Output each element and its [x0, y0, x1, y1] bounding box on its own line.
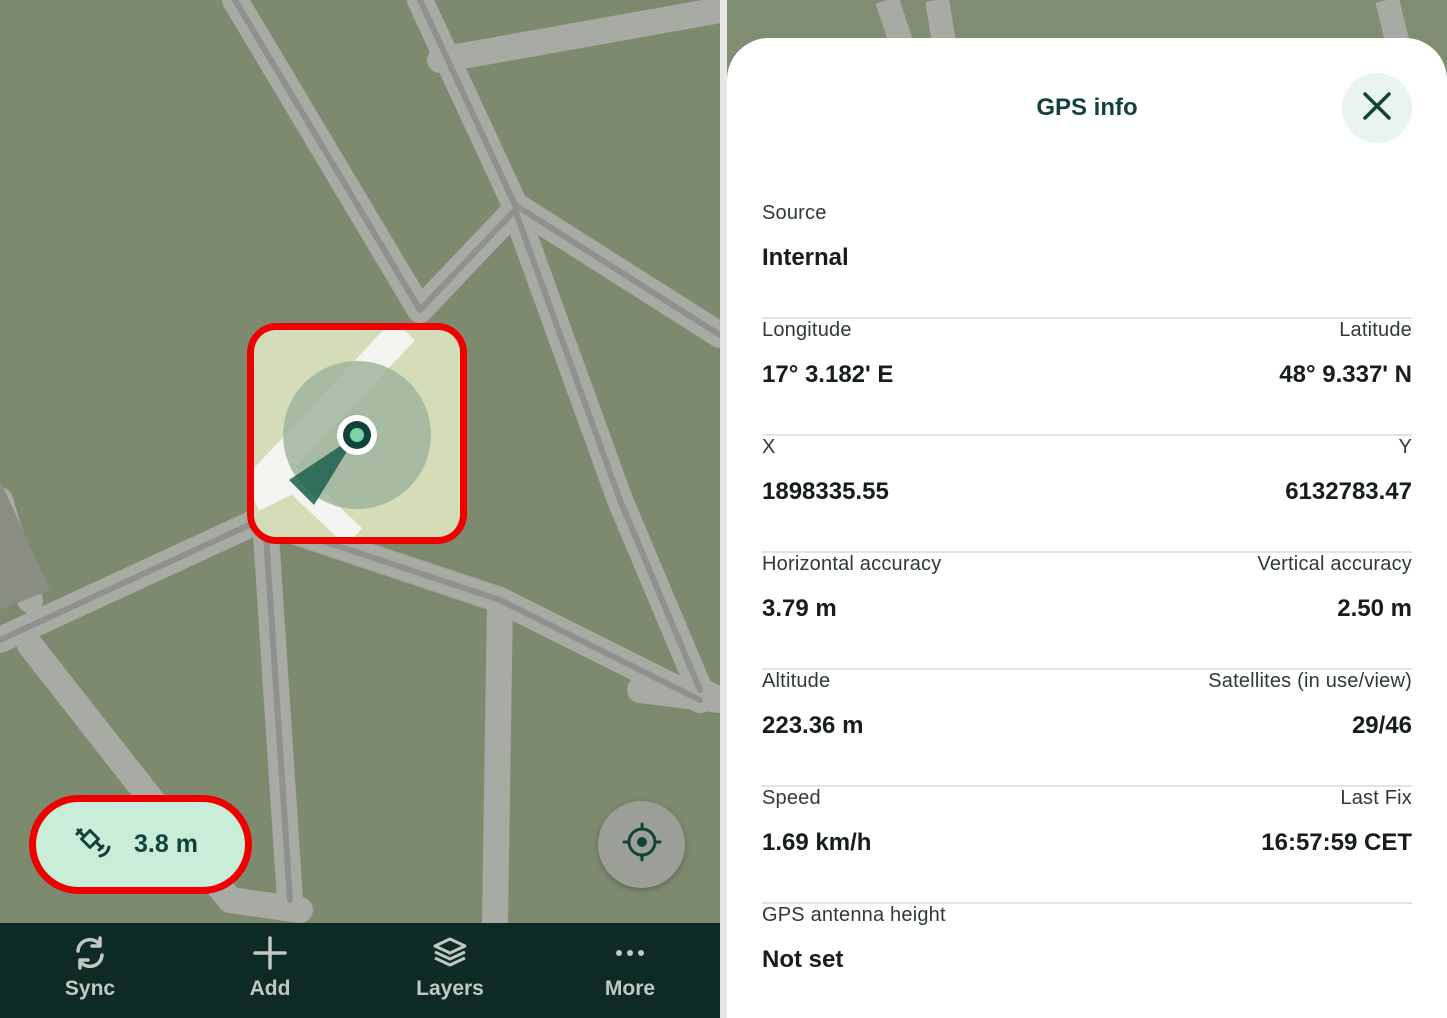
nav-label-sync: Sync [64, 977, 116, 1000]
gps-info-sheet: GPS info Source Internal Longitude 17° 3… [727, 38, 1447, 1018]
nav-item-add[interactable]: Add [180, 923, 360, 1018]
longitude-value: 17° 3.182' E [762, 361, 894, 388]
x-label: X [762, 436, 776, 458]
last-fix-label: Last Fix [1340, 787, 1412, 809]
sync-icon [72, 935, 108, 971]
close-icon [1362, 91, 1392, 126]
nav-label-add: Add [249, 977, 291, 1000]
current-position-marker[interactable] [243, 319, 460, 546]
speed-label: Speed [762, 787, 821, 809]
section-source: Source Internal [762, 202, 1412, 319]
nav-item-more[interactable]: More [540, 923, 720, 1018]
section-accuracy: Horizontal accuracy 3.79 m Vertical accu… [762, 553, 1412, 670]
antenna-height-label: GPS antenna height [762, 904, 946, 926]
map-screen: 3.8 m Sync Add Layers More [0, 0, 720, 1018]
latitude-label: Latitude [1339, 319, 1412, 341]
altitude-label: Altitude [762, 670, 831, 692]
nav-label-more: More [604, 977, 656, 1000]
satellites-value: 29/46 [1351, 712, 1412, 739]
altitude-value: 223.36 m [762, 712, 864, 739]
nav-item-sync[interactable]: Sync [0, 923, 180, 1018]
horizontal-accuracy-value: 3.79 m [762, 595, 837, 622]
section-projected: X 1898335.55 Y 6132783.47 [762, 436, 1412, 553]
source-label: Source [762, 202, 827, 224]
satellite-icon [74, 824, 112, 865]
vertical-accuracy-label: Vertical accuracy [1257, 553, 1412, 575]
y-value: 6132783.47 [1285, 478, 1412, 505]
nav-item-layers[interactable]: Layers [360, 923, 540, 1018]
longitude-label: Longitude [762, 319, 852, 341]
latitude-value: 48° 9.337' N [1279, 361, 1412, 388]
more-icon [612, 935, 648, 971]
antenna-height-value: Not set [762, 946, 844, 973]
y-label: Y [1398, 436, 1412, 458]
vertical-accuracy-value: 2.50 m [1337, 595, 1412, 622]
screen-divider [720, 0, 727, 1018]
section-speed: Speed 1.69 km/h Last Fix 16:57:59 CET [762, 787, 1412, 904]
satellites-label: Satellites (in use/view) [1208, 670, 1412, 692]
bottom-navigation: Sync Add Layers More [0, 923, 720, 1018]
nav-label-layers: Layers [416, 977, 484, 1000]
center-location-button[interactable] [598, 801, 685, 888]
horizontal-accuracy-label: Horizontal accuracy [762, 553, 942, 575]
close-button[interactable] [1342, 73, 1412, 143]
section-coordinates: Longitude 17° 3.182' E Latitude 48° 9.33… [762, 319, 1412, 436]
gps-accuracy-button[interactable]: 3.8 m [29, 795, 252, 894]
sheet-title: GPS info [1036, 94, 1138, 121]
last-fix-value: 16:57:59 CET [1261, 829, 1412, 856]
gps-info-screen: GPS info Source Internal Longitude 17° 3… [727, 0, 1447, 1018]
plus-icon [252, 935, 288, 971]
speed-value: 1.69 km/h [762, 829, 872, 856]
section-antenna-height[interactable]: GPS antenna height Not set [762, 904, 1412, 1018]
crosshair-icon [622, 822, 662, 867]
position-marker-highlight [243, 319, 467, 546]
gps-accuracy-value: 3.8 m [134, 830, 198, 858]
x-value: 1898335.55 [762, 478, 889, 505]
layers-icon [432, 935, 468, 971]
source-value: Internal [762, 244, 849, 271]
section-altitude: Altitude 223.36 m Satellites (in use/vie… [762, 670, 1412, 787]
